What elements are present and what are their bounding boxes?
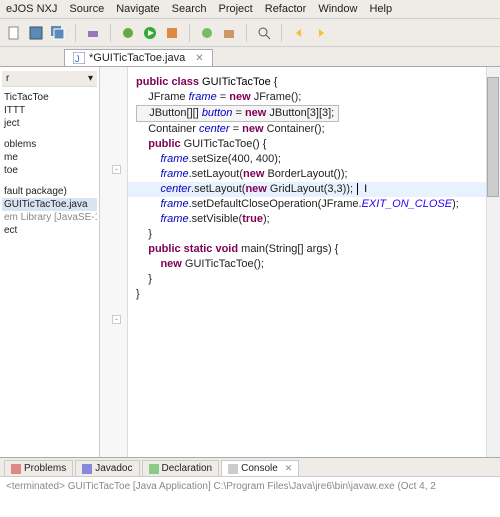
main-area: r ▾ TicTacToeITTTject oblemsmetoe fault pa… — [0, 67, 500, 457]
tab-label: *GUITicTacToe.java — [89, 52, 185, 64]
code-line[interactable]: center.setLayout(new GridLayout(3,3)); I — [100, 182, 492, 197]
tree-item[interactable]: me — [2, 151, 97, 164]
editor-tabstrip: J *GUITicTacToe.java ✕ — [0, 47, 500, 67]
editor-gutter: -- — [100, 67, 128, 457]
code-line[interactable]: public class GUITicTacToe { — [136, 75, 492, 90]
code-line[interactable]: Container center = new Container(); — [136, 122, 492, 137]
menu-source[interactable]: Source — [69, 3, 104, 15]
code-line[interactable]: } — [136, 272, 492, 287]
ext-tools-icon[interactable] — [164, 25, 180, 41]
console-icon — [228, 464, 238, 474]
nav-fwd-icon[interactable] — [313, 25, 329, 41]
code-line[interactable]: frame.setLayout(new BorderLayout()); — [136, 167, 492, 182]
close-icon[interactable]: ✕ — [285, 463, 293, 474]
code-line[interactable]: } — [136, 287, 492, 302]
new-package-icon[interactable] — [221, 25, 237, 41]
new-class-icon[interactable] — [199, 25, 215, 41]
tree-item[interactable]: ITTT — [2, 104, 97, 117]
problems-icon — [11, 464, 21, 474]
bottom-tab-javadoc[interactable]: Javadoc — [75, 460, 139, 476]
run-icon[interactable] — [142, 25, 158, 41]
svg-text:J: J — [75, 54, 80, 64]
tree-item[interactable]: em Library [JavaSE-1.6] — [2, 211, 97, 224]
code-line[interactable]: frame.setVisible(true); — [136, 212, 492, 227]
bottom-tab-label: Problems — [24, 463, 66, 474]
editor-tab-active[interactable]: J *GUITicTacToe.java ✕ — [64, 49, 213, 66]
code-line[interactable]: } — [136, 227, 492, 242]
bottom-tab-problems[interactable]: Problems — [4, 460, 73, 476]
fold-icon[interactable]: - — [112, 315, 121, 324]
bottom-tab-label: Javadoc — [95, 463, 132, 474]
tree-item[interactable]: ect — [2, 224, 97, 237]
bottom-tab-label: Declaration — [162, 463, 213, 474]
code-line[interactable]: new GUITicTacToe(); — [136, 257, 492, 272]
vertical-scrollbar[interactable] — [486, 67, 500, 457]
bottom-tab-declaration[interactable]: Declaration — [142, 460, 220, 476]
tree-item[interactable]: ject — [2, 117, 97, 130]
java-file-icon: J — [73, 52, 85, 64]
bottom-tabstrip: Problems Javadoc Declaration Console ✕ — [0, 458, 500, 477]
menu-window[interactable]: Window — [318, 3, 357, 15]
declaration-icon — [149, 464, 159, 474]
package-tree[interactable]: TicTacToeITTTject oblemsmetoe fault packag… — [2, 91, 97, 237]
fold-icon[interactable]: - — [112, 165, 121, 174]
code-line[interactable]: frame.setSize(400, 400); — [136, 152, 492, 167]
menu-project[interactable]: Project — [219, 3, 253, 15]
view-menu-icon[interactable]: ▾ — [88, 73, 93, 84]
code-line[interactable]: public static void main(String[] args) { — [136, 242, 492, 257]
explorer-header: r — [6, 73, 9, 84]
menu-search[interactable]: Search — [172, 3, 207, 15]
menu-navigate[interactable]: Navigate — [116, 3, 159, 15]
console-status: <terminated> GUITicTacToe [Java Applicat… — [0, 477, 500, 496]
scrollbar-thumb[interactable] — [487, 77, 499, 197]
debug-icon[interactable] — [120, 25, 136, 41]
tree-item[interactable]: toe — [2, 164, 97, 177]
build-icon[interactable] — [85, 25, 101, 41]
tree-item[interactable]: TicTacToe — [2, 91, 97, 104]
menu-refactor[interactable]: Refactor — [265, 3, 307, 15]
code-line[interactable]: frame.setDefaultCloseOperation(JFrame.EX… — [136, 197, 492, 212]
code-line[interactable]: JFrame frame = new JFrame(); — [136, 90, 492, 105]
save-all-icon[interactable] — [50, 25, 66, 41]
tree-item[interactable]: fault package) — [2, 185, 97, 198]
new-icon[interactable] — [6, 25, 22, 41]
menu-ejos-nxj[interactable]: eJOS NXJ — [6, 3, 57, 15]
code-line[interactable]: JButton[][] button = new JButton[3][3]; — [136, 105, 339, 122]
toolbar — [0, 19, 500, 47]
code-line[interactable]: public GUITicTacToe() { — [136, 137, 492, 152]
tree-item[interactable]: oblems — [2, 138, 97, 151]
search-icon[interactable] — [256, 25, 272, 41]
bottom-tab-label: Console — [241, 463, 278, 474]
tree-item[interactable]: GUITicTacToe.java — [2, 198, 97, 211]
bottom-panel: Problems Javadoc Declaration Console ✕ <term… — [0, 457, 500, 517]
menubar: eJOS NXJ Source Navigate Search Project Refac… — [0, 0, 500, 19]
nav-back-icon[interactable] — [291, 25, 307, 41]
javadoc-icon — [82, 464, 92, 474]
code-editor[interactable]: -- public class GUITicTacToe { JFrame fr… — [100, 67, 500, 457]
close-icon[interactable]: ✕ — [195, 53, 203, 64]
menu-help[interactable]: Help — [369, 3, 392, 15]
save-icon[interactable] — [28, 25, 44, 41]
package-explorer[interactable]: r ▾ TicTacToeITTTject oblemsmetoe fault pa… — [0, 67, 100, 457]
bottom-tab-console[interactable]: Console ✕ — [221, 460, 299, 476]
